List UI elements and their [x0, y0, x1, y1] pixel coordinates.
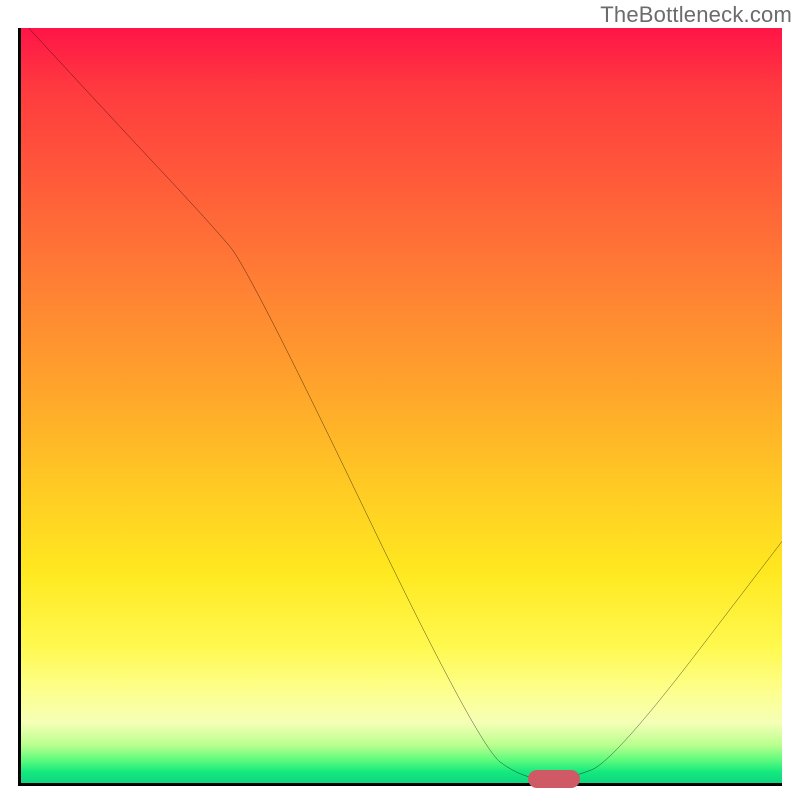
plot-area [18, 28, 782, 786]
chart-frame: TheBottleneck.com [0, 0, 800, 800]
optimal-marker [528, 770, 580, 788]
bottleneck-curve-path [29, 28, 782, 779]
curve-svg [21, 28, 782, 783]
watermark-text: TheBottleneck.com [600, 2, 792, 28]
